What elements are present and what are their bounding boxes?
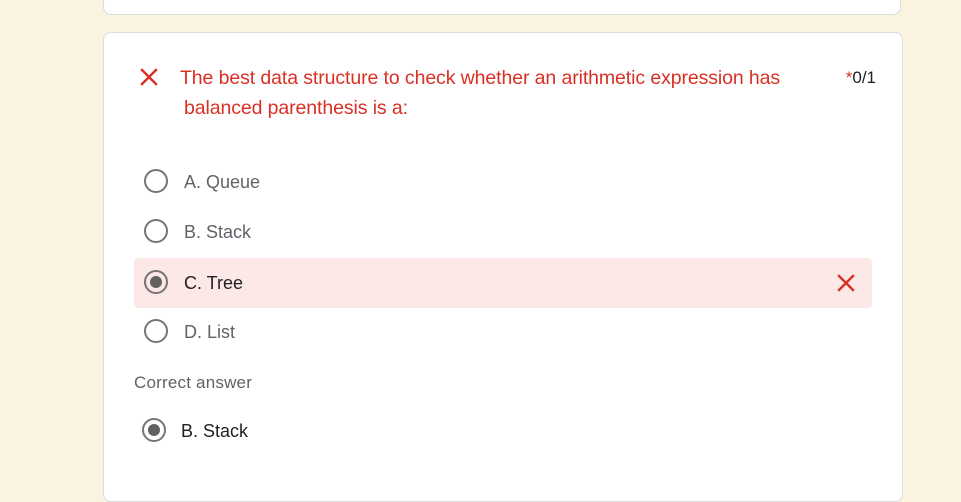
option-b[interactable]: B. Stack bbox=[134, 207, 872, 257]
option-label: A. Queue bbox=[184, 172, 261, 192]
option-label: C. Tree bbox=[184, 273, 244, 293]
correct-answer-label: B. Stack bbox=[181, 421, 249, 441]
close-icon bbox=[837, 274, 855, 292]
radio-button-checked[interactable] bbox=[144, 270, 168, 294]
correct-answer-heading: Correct answer bbox=[134, 373, 253, 392]
radio-button[interactable] bbox=[144, 319, 168, 343]
option-c-selected-wrong[interactable]: C. Tree bbox=[134, 258, 872, 308]
option-a[interactable]: A. Queue bbox=[134, 157, 872, 207]
question-card: The best data structure to check whether… bbox=[103, 32, 903, 502]
question-title-line2: balanced parenthesis is a: bbox=[184, 97, 408, 119]
option-label: B. Stack bbox=[184, 222, 252, 242]
question-score: *0/1 bbox=[846, 63, 876, 93]
option-d[interactable]: D. List bbox=[134, 307, 872, 357]
radio-button[interactable] bbox=[144, 169, 168, 193]
radio-button[interactable] bbox=[144, 219, 168, 243]
close-icon bbox=[140, 68, 158, 86]
previous-question-card bbox=[103, 0, 901, 15]
correct-answer-option: B. Stack bbox=[134, 406, 534, 456]
question-title: The best data structure to check whether… bbox=[180, 63, 820, 123]
question-title-line1: The best data structure to check whether… bbox=[180, 67, 781, 89]
score-value: 0/1 bbox=[852, 68, 876, 87]
radio-button-checked bbox=[142, 418, 166, 442]
option-label: D. List bbox=[184, 322, 236, 342]
